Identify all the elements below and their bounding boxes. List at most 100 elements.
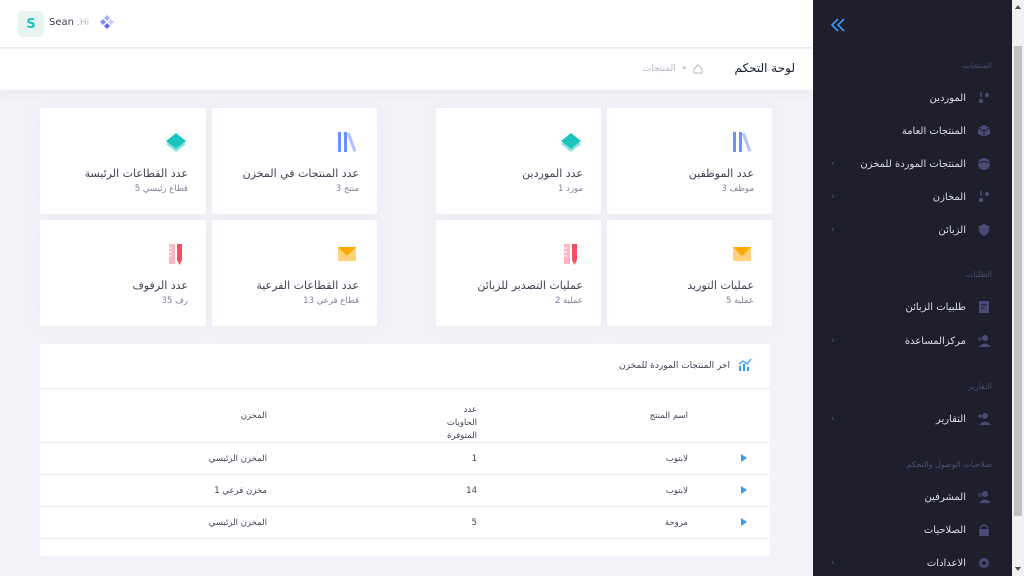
cell-store: المخزن الرئيسي xyxy=(208,454,267,464)
cell-qty: 5 xyxy=(471,518,477,528)
stat-card-main-sectors[interactable]: عدد القطاعات الرئيسة 5 قطاع رئيسي xyxy=(40,108,206,214)
stat-card-products[interactable]: عدد المنتجات في المخزن 3 منتج xyxy=(212,108,377,214)
column-header-name: اسم المنتج xyxy=(649,411,688,421)
avatar[interactable]: S xyxy=(18,11,44,37)
caret-right-icon[interactable] xyxy=(740,517,748,527)
card-title: عدد الموظفين xyxy=(688,167,754,180)
panel-title: اخر المنتجات الموردة للمخزن xyxy=(619,361,730,371)
document-icon xyxy=(976,299,992,315)
cell-qty: 1 xyxy=(471,454,477,464)
table-row[interactable]: لابتوب 1 المخزن الرئيسي xyxy=(40,443,770,475)
globe-icon xyxy=(976,156,992,172)
stat-card-employees[interactable]: عدد الموظفين 3 موظف xyxy=(607,108,772,214)
truck-icon xyxy=(976,189,992,205)
sidebar-item-label: المخازن xyxy=(932,191,966,203)
users-icon xyxy=(976,333,992,349)
sidebar-item-customers[interactable]: الزبائن ‹ xyxy=(813,215,1012,245)
sidebar-item-reports[interactable]: التقارير ‹ xyxy=(813,404,1012,434)
sidebar-item-label: المشرفين xyxy=(924,491,966,503)
caret-right-icon[interactable] xyxy=(740,485,748,495)
card-title: عدد الرفوف xyxy=(132,279,188,292)
card-title: عدد القطاعات الفرعية xyxy=(256,279,359,292)
sidebar-section-reports: التقارير xyxy=(967,382,992,391)
books-icon xyxy=(338,132,357,152)
shield-icon xyxy=(976,222,992,238)
ruler-icon xyxy=(169,244,182,265)
sidebar-item-warehouses[interactable]: المخازن ‹ xyxy=(813,182,1012,212)
top-header: S Sean ,Hi xyxy=(0,0,813,48)
cell-qty: 14 xyxy=(466,486,477,496)
stat-card-export-ops[interactable]: عمليات التصدير للزبائن 2 عملية xyxy=(436,220,601,326)
card-title: عدد القطاعات الرئيسة xyxy=(84,167,188,180)
sidebar-section-orders: الطلبات xyxy=(965,270,992,279)
sidebar-section-products: المنتجات xyxy=(962,61,992,70)
layers-icon xyxy=(166,133,186,152)
card-title: عدد المنتجات في المخزن xyxy=(242,167,359,180)
sidebar-item-supervisors[interactable]: المشرفين xyxy=(813,482,1012,512)
sidebar-item-label: التقارير xyxy=(935,413,966,425)
chevron-left-icon: ‹ xyxy=(831,225,835,235)
page-title: لوحة التحكم xyxy=(734,61,796,75)
caret-right-icon[interactable] xyxy=(740,453,748,463)
card-subtitle: 2 عملية xyxy=(554,296,583,306)
chevron-left-icon: ‹ xyxy=(831,336,835,346)
cell-product-name: لابتوب xyxy=(665,454,688,464)
stat-card-supply-ops[interactable]: عمليات التوريد 5 عملية xyxy=(607,220,772,326)
gear-icon xyxy=(976,555,992,571)
card-subtitle: 1 مورد xyxy=(558,184,583,194)
box-icon xyxy=(976,123,992,139)
sidebar-item-label: طلبيات الزبائن xyxy=(905,301,966,313)
sidebar-item-suppliers[interactable]: الموردين xyxy=(813,83,1012,113)
lock-icon xyxy=(976,522,992,538)
card-title: عدد الموردين xyxy=(522,167,583,180)
sidebar-item-label: المنتجات العامة xyxy=(901,125,966,137)
scroll-up-arrow-icon[interactable] xyxy=(1012,0,1024,14)
table-row[interactable]: لابتوب 14 مخزن فرعي 1 xyxy=(40,475,770,507)
latest-products-panel: اخر المنتجات الموردة للمخزن اسم المنتج ع… xyxy=(40,344,770,556)
sidebar-item-permissions[interactable]: الصلاحيات xyxy=(813,515,1012,545)
table-row[interactable]: مروحة 5 المخزن الرئيسي xyxy=(40,507,770,539)
sidebar-item-general-products[interactable]: المنتجات العامة xyxy=(813,116,1012,146)
sidebar-item-supplied-products[interactable]: المنتجات الموردة للمخزن ‹ xyxy=(813,149,1012,179)
card-title: عمليات التوريد xyxy=(687,279,754,292)
layers-icon xyxy=(561,133,581,152)
breadcrumb-separator: • xyxy=(681,64,687,74)
sidebar-header xyxy=(813,0,1012,50)
user-greeting[interactable]: Sean ,Hi xyxy=(49,17,89,28)
sidebar-item-label: الصلاحيات xyxy=(923,524,966,536)
sidebar-item-settings[interactable]: الاعدادات ‹ xyxy=(813,548,1012,576)
ruler-icon xyxy=(564,244,577,265)
mail-icon xyxy=(733,247,751,261)
sidebar-item-customer-orders[interactable]: طلبيات الزبائن xyxy=(813,292,1012,322)
sidebar-item-help-center[interactable]: مركزالمساعدة ‹ xyxy=(813,326,1012,356)
sidebar-item-label: الاعدادات xyxy=(926,557,966,569)
logo-icon[interactable] xyxy=(100,15,114,29)
card-title: عمليات التصدير للزبائن xyxy=(477,279,583,292)
stat-card-sub-sectors[interactable]: عدد القطاعات الفرعية 13 قطاع فرعي xyxy=(212,220,377,326)
home-icon[interactable] xyxy=(693,64,703,74)
column-header-qty: عدد الحاويات المتوفرة xyxy=(446,405,477,441)
breadcrumb-item[interactable]: المنتجات xyxy=(643,64,676,74)
books-icon xyxy=(733,132,752,152)
column-header-store: المخزن xyxy=(240,411,267,421)
chart-line-icon xyxy=(738,358,752,371)
scrollbar-thumb[interactable] xyxy=(1014,46,1022,516)
double-chevron-left-icon[interactable] xyxy=(827,14,849,36)
user-plus-icon xyxy=(976,411,992,427)
chevron-left-icon: ‹ xyxy=(831,414,835,424)
cell-product-name: لابتوب xyxy=(665,486,688,496)
card-subtitle: 35 رف xyxy=(161,296,188,306)
cell-store: مخزن فرعي 1 xyxy=(214,486,267,496)
mail-icon xyxy=(338,247,356,261)
card-subtitle: 3 منتج xyxy=(335,184,359,194)
stat-card-suppliers[interactable]: عدد الموردين 1 مورد xyxy=(436,108,601,214)
breadcrumb: • المنتجات xyxy=(643,64,703,74)
chevron-left-icon: ‹ xyxy=(831,558,835,568)
card-subtitle: 3 موظف xyxy=(721,184,754,194)
cell-product-name: مروحة xyxy=(664,518,688,528)
scroll-down-arrow-icon[interactable] xyxy=(1012,562,1024,576)
scrollbar[interactable] xyxy=(1012,0,1024,576)
stat-card-shelves[interactable]: عدد الرفوف 35 رف xyxy=(40,220,206,326)
card-subtitle: 5 قطاع رئيسي xyxy=(134,184,188,194)
sidebar-section-access: صلاحيات الوصول والتحكم xyxy=(906,460,992,469)
